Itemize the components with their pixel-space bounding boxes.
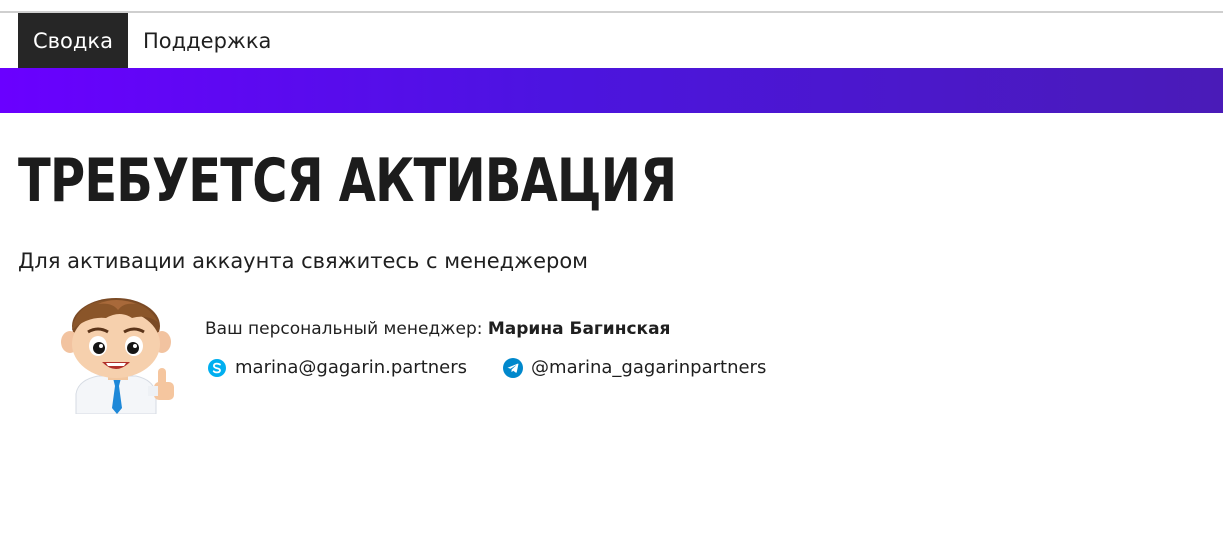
telegram-value: @marina_gagarinpartners <box>531 357 767 378</box>
manager-label: Ваш персональный менеджер: <box>205 319 483 339</box>
page-subtitle: Для активации аккаунта свяжитесь с менед… <box>18 249 589 273</box>
telegram-icon <box>503 358 524 378</box>
header-banner <box>0 68 1223 113</box>
page-title: ТРЕБУЕТСЯ АКТИВАЦИЯ <box>18 146 677 216</box>
skype-icon <box>208 359 226 377</box>
skype-value: marina@gagarin.partners <box>235 357 468 378</box>
tab-summary[interactable]: Сводка <box>18 13 128 68</box>
manager-name: Марина Багинская <box>487 319 671 339</box>
manager-info: Ваш персональный менеджер: Марина Багинс… <box>205 316 670 342</box>
manager-contacts: marina@gagarin.partners @marina_gagarinp… <box>207 355 802 381</box>
cartoon-manager-icon <box>61 298 174 415</box>
telegram-contact[interactable]: @marina_gagarinpartners <box>503 355 766 381</box>
tab-support[interactable]: Поддержка <box>128 13 286 68</box>
manager-avatar <box>58 296 180 415</box>
skype-contact[interactable]: marina@gagarin.partners <box>207 355 467 381</box>
top-nav: Сводка Поддержка <box>18 13 286 68</box>
